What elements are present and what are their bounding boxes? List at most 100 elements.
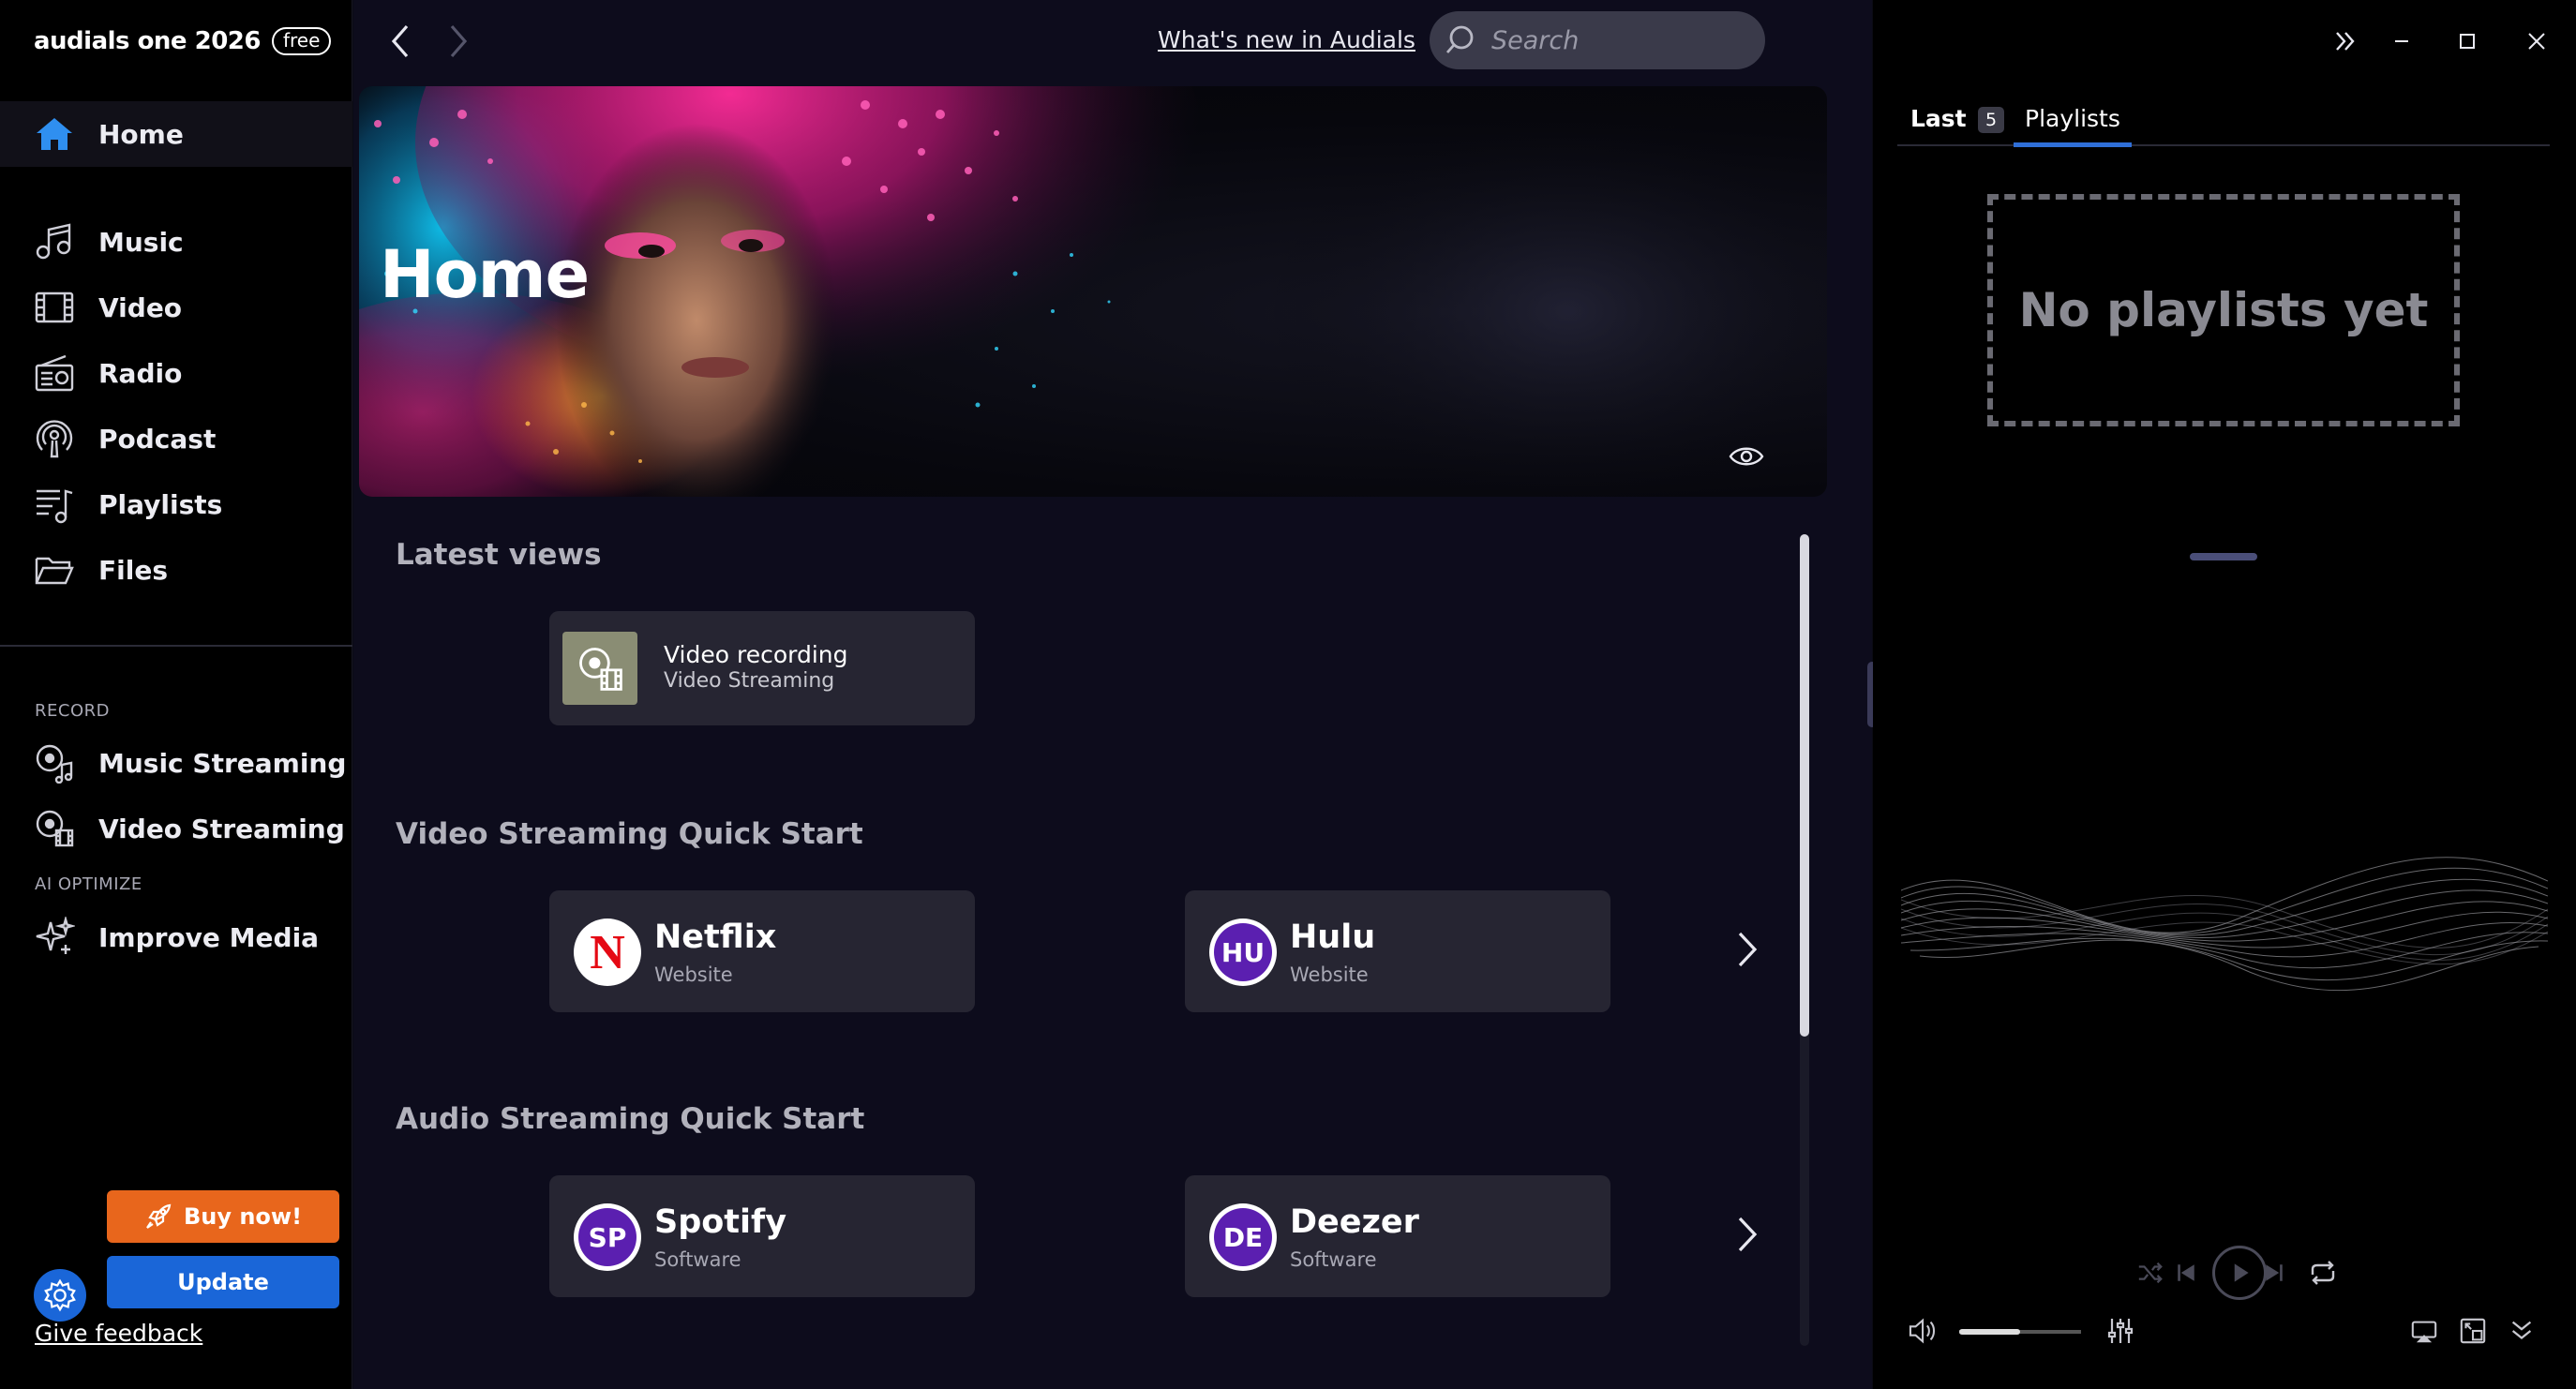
sidebar-item-improve-media[interactable]: Improve Media <box>0 909 352 965</box>
chevron-left-icon <box>386 22 414 60</box>
sidebar-item-label: Playlists <box>98 488 223 520</box>
next-button[interactable] <box>2259 1258 2289 1288</box>
service-name: Netflix <box>654 919 777 956</box>
rocket-icon <box>144 1202 172 1231</box>
double-chevron-right-icon <box>2331 27 2359 55</box>
sidebar-item-radio[interactable]: Radio <box>0 345 352 401</box>
mini-player-button[interactable] <box>2454 1312 2492 1350</box>
sidebar-item-files[interactable]: Files <box>0 542 352 598</box>
section-label-record: RECORD <box>35 701 110 721</box>
update-button[interactable]: Update <box>107 1256 339 1308</box>
give-feedback-link[interactable]: Give feedback <box>35 1320 202 1347</box>
minimize-button[interactable] <box>2381 21 2422 62</box>
whats-new-link[interactable]: What's new in Audials <box>1158 26 1415 53</box>
main-scrollbar-thumb[interactable] <box>1800 534 1809 1037</box>
hulu-logo: HU <box>1209 919 1277 986</box>
spotify-logo-letters: SP <box>578 1208 637 1266</box>
minimize-icon <box>2388 27 2416 55</box>
eye-icon[interactable] <box>1728 441 1765 472</box>
service-type: Software <box>654 1248 741 1271</box>
sidebar-item-video[interactable]: Video <box>0 279 352 336</box>
sidebar-item-label: Radio <box>98 357 183 389</box>
panel-drag-handle[interactable] <box>2190 553 2257 560</box>
deezer-logo: DE <box>1209 1203 1277 1271</box>
skip-back-icon <box>2173 1260 2199 1286</box>
hulu-logo-letters: HU <box>1214 923 1272 981</box>
equalizer-button[interactable] <box>2102 1312 2139 1350</box>
netflix-card[interactable]: N Netflix Website <box>549 890 975 1012</box>
volume-button[interactable] <box>1905 1314 1942 1348</box>
video-quick-start-heading: Video Streaming Quick Start <box>396 817 863 851</box>
close-icon <box>2523 27 2551 55</box>
video-quick-start-next-button[interactable] <box>1729 926 1766 973</box>
cast-button[interactable] <box>2405 1314 2443 1348</box>
playlists-drop-zone[interactable]: No playlists yet <box>1987 194 2460 426</box>
hulu-card[interactable]: HU Hulu Website <box>1185 890 1610 1012</box>
waveform-visual <box>1901 857 2548 992</box>
license-badge: free <box>271 27 332 55</box>
top-bar: What's new in Audials <box>353 0 1872 82</box>
deezer-logo-letters: DE <box>1214 1208 1272 1266</box>
latest-view-card[interactable]: Video recording Video Streaming <box>549 611 975 725</box>
sidebar-item-playlists[interactable]: Playlists <box>0 476 352 532</box>
search-input[interactable] <box>1491 19 1745 62</box>
service-name: Deezer <box>1290 1203 1419 1241</box>
main-scrollbar[interactable] <box>1800 534 1809 1346</box>
sidebar-item-label: Home <box>98 118 184 150</box>
music-streaming-icon <box>32 740 77 785</box>
maximize-button[interactable] <box>2447 21 2488 62</box>
audio-quick-start-next-button[interactable] <box>1729 1211 1766 1258</box>
volume-slider[interactable] <box>1959 1329 2081 1335</box>
sidebar-item-podcast[interactable]: Podcast <box>0 411 352 467</box>
tab-playlists[interactable]: Playlists <box>2025 105 2120 132</box>
repeat-button[interactable] <box>2306 1256 2340 1290</box>
service-type: Website <box>654 963 733 986</box>
equalizer-icon <box>2105 1316 2135 1346</box>
sidebar-item-video-streaming[interactable]: Video Streaming <box>0 800 352 857</box>
sidebar-item-music-streaming[interactable]: Music Streaming <box>0 735 352 791</box>
tab-last[interactable]: Last <box>1910 105 1967 132</box>
close-button[interactable] <box>2516 21 2557 62</box>
expand-player-button[interactable] <box>2503 1312 2540 1350</box>
shuffle-button[interactable] <box>2135 1258 2165 1288</box>
empty-playlists-message: No playlists yet <box>2018 283 2429 337</box>
app-brand: audials one 2026 free <box>34 26 332 56</box>
search-icon <box>1445 24 1476 56</box>
video-recording-icon <box>574 642 626 694</box>
settings-button[interactable] <box>34 1269 86 1322</box>
sidebar: audials one 2026 free Home Music Video R… <box>0 0 352 1389</box>
chevron-right-icon <box>1729 1211 1766 1258</box>
netflix-logo-letter: N <box>590 925 625 979</box>
shuffle-icon <box>2136 1259 2164 1287</box>
cast-icon <box>2410 1317 2438 1345</box>
forward-button[interactable] <box>436 19 481 64</box>
play-icon <box>2226 1260 2253 1286</box>
service-name: Spotify <box>654 1203 787 1241</box>
tab-divider <box>1897 144 2550 146</box>
video-recording-thumbnail <box>562 632 637 705</box>
speaker-icon <box>1908 1317 1939 1345</box>
search-box[interactable] <box>1430 11 1765 69</box>
collapse-panel-button[interactable] <box>2325 21 2366 62</box>
service-name: Hulu <box>1290 919 1376 956</box>
page-title: Home <box>380 236 590 313</box>
spotify-card[interactable]: SP Spotify Software <box>549 1175 975 1297</box>
home-icon <box>32 112 77 157</box>
sidebar-item-home[interactable]: Home <box>0 101 352 167</box>
app-name: audials one 2026 <box>34 27 261 55</box>
sidebar-item-label: Music <box>98 226 184 258</box>
audio-quick-start-heading: Audio Streaming Quick Start <box>396 1102 865 1136</box>
right-panel: Last 5 Playlists No playlists yet <box>1873 0 2576 1389</box>
film-icon <box>32 285 77 330</box>
buy-now-button[interactable]: Buy now! <box>107 1190 339 1243</box>
previous-button[interactable] <box>2171 1258 2201 1288</box>
deezer-card[interactable]: DE Deezer Software <box>1185 1175 1610 1297</box>
podcast-icon <box>32 416 77 461</box>
mini-player-icon <box>2459 1317 2487 1345</box>
back-button[interactable] <box>378 19 423 64</box>
maximize-icon <box>2453 27 2481 55</box>
sidebar-item-music[interactable]: Music <box>0 214 352 270</box>
sidebar-item-label: Podcast <box>98 423 217 455</box>
music-note-icon <box>32 219 77 264</box>
gear-icon <box>42 1277 78 1313</box>
